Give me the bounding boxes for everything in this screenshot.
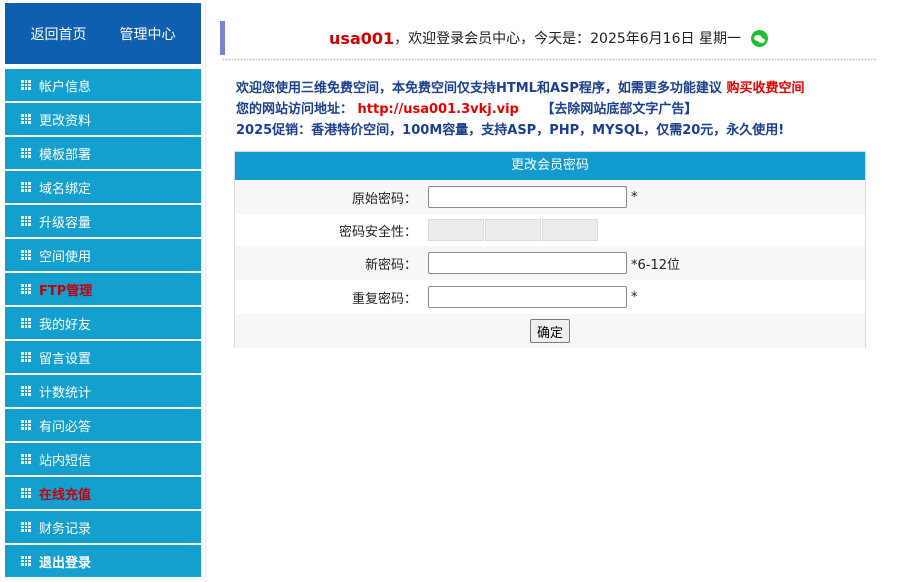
grid-icon [21, 488, 31, 498]
grid-icon [21, 386, 31, 396]
sidebar: 返回首页 管理中心 帐户信息更改资料模板部署域名绑定升级容量空间使用 FTP管理我… [5, 3, 201, 579]
sidebar-item-label: FTP管理 [39, 283, 93, 299]
strength-segment-strong [542, 219, 598, 241]
sidebar-item-label: 计数统计 [39, 385, 92, 401]
change-password-form: 更改会员密码 原始密码： * 密码安全性： 新密码： *6-12位 重复密码： … [234, 151, 866, 348]
sidebar-item-label: 退出登录 [39, 555, 92, 571]
buy-paid-space-link[interactable]: 购买收费空间 [726, 81, 804, 96]
grid-icon [21, 182, 31, 192]
sidebar-item-label: 模板部署 [39, 147, 92, 163]
current-date: 2025年6月16日 星期一 [590, 31, 741, 47]
sidebar-item-label: 更改资料 [39, 113, 92, 129]
sidebar-item-label: 我的好友 [39, 317, 92, 333]
repeat-password-hint: * [631, 289, 638, 305]
welcome-message: usa001 ，欢迎登录会员中心，今天是： 2025年6月16日 星期一 [220, 21, 877, 55]
divider [205, 0, 206, 582]
sidebar-item-label: 升级容量 [39, 215, 92, 231]
sidebar-item-label: 在线充值 [39, 487, 92, 503]
sidebar-item[interactable]: 财务记录 [5, 511, 201, 543]
repeat-password-input[interactable] [428, 286, 627, 308]
grid-icon [21, 522, 31, 532]
home-link[interactable]: 返回首页 [31, 24, 87, 44]
username: usa001 [329, 28, 395, 48]
sidebar-item-label: 帐户信息 [39, 79, 92, 95]
grid-icon [21, 420, 31, 430]
grid-icon [21, 80, 31, 90]
header: usa001 ，欢迎登录会员中心，今天是： 2025年6月16日 星期一 [220, 21, 877, 55]
dotted-divider [222, 58, 877, 61]
grid-icon [21, 556, 31, 566]
notice-line-3: 2025促销：香港特价空间，100M容量，支持ASP，PHP，MYSQL，仅需2… [236, 123, 785, 138]
grid-icon [21, 352, 31, 362]
grid-icon [21, 250, 31, 260]
site-address-label: 您的网站访问地址： [236, 102, 354, 117]
top-nav: 返回首页 管理中心 [5, 3, 201, 64]
sidebar-item-label: 财务记录 [39, 521, 92, 537]
strength-segment-weak [428, 219, 484, 241]
sidebar-item-label: 有问必答 [39, 419, 92, 435]
remove-ad-link[interactable]: 【去除网站底部文字广告】 [541, 102, 697, 117]
old-password-row: 原始密码： * [235, 180, 865, 214]
sidebar-item[interactable]: 留言设置 [5, 341, 201, 373]
sidebar-item[interactable]: 升级容量 [5, 205, 201, 237]
grid-icon [21, 284, 31, 294]
sidebar-item[interactable]: 更改资料 [5, 103, 201, 135]
notice: 欢迎您使用三维免费空间，本免费空间仅支持HTML和ASP程序，如需更多功能建议 … [236, 78, 876, 141]
sidebar-item-label: 域名绑定 [39, 181, 92, 197]
old-password-hint: * [631, 189, 638, 205]
new-password-input[interactable] [428, 252, 627, 274]
submit-button[interactable]: 确定 [529, 319, 570, 343]
sidebar-item-label: 留言设置 [39, 351, 92, 367]
old-password-label: 原始密码： [351, 191, 417, 207]
grid-icon [21, 148, 31, 158]
sidebar-item[interactable]: 域名绑定 [5, 171, 201, 203]
grid-icon [21, 114, 31, 124]
sidebar-item[interactable]: 在线充值 [5, 477, 201, 509]
repeat-password-label: 重复密码： [351, 291, 417, 307]
wechat-icon[interactable] [750, 29, 768, 47]
notice-line-1: 欢迎您使用三维免费空间，本免费空间仅支持HTML和ASP程序，如需更多功能建议 … [236, 78, 876, 99]
sidebar-item[interactable]: 帐户信息 [5, 69, 201, 101]
sidebar-item[interactable]: 计数统计 [5, 375, 201, 407]
sidebar-item[interactable]: FTP管理 [5, 273, 201, 305]
notice-line-2: 您的网站访问地址： http://usa001.3vkj.vip 【去除网站底部… [236, 99, 876, 120]
sidebar-item-label: 站内短信 [39, 453, 92, 469]
grid-icon [21, 454, 31, 464]
submit-row: 确定 [235, 314, 865, 348]
admin-center-link[interactable]: 管理中心 [120, 24, 176, 44]
grid-icon [21, 318, 31, 328]
sidebar-item[interactable]: 空间使用 [5, 239, 201, 271]
new-password-row: 新密码： *6-12位 [235, 246, 865, 280]
notice-text: 欢迎您使用三维免费空间，本免费空间仅支持HTML和ASP程序，如需更多功能建议 [236, 81, 722, 96]
strength-row: 密码安全性： [235, 214, 865, 246]
sidebar-item[interactable]: 退出登录 [5, 545, 201, 577]
repeat-password-row: 重复密码： * [235, 280, 865, 314]
sidebar-menu: 帐户信息更改资料模板部署域名绑定升级容量空间使用 FTP管理我的好友留言设置计数统… [5, 69, 201, 577]
password-strength-meter [428, 219, 599, 241]
sidebar-item[interactable]: 站内短信 [5, 443, 201, 475]
form-title: 更改会员密码 [235, 152, 865, 180]
sidebar-item[interactable]: 模板部署 [5, 137, 201, 169]
sidebar-item[interactable]: 有问必答 [5, 409, 201, 441]
grid-icon [21, 216, 31, 226]
welcome-text: ，欢迎登录会员中心，今天是： [394, 31, 591, 47]
site-url-link[interactable]: http://usa001.3vkj.vip [358, 102, 519, 117]
strength-label: 密码安全性： [338, 224, 417, 240]
sidebar-item[interactable]: 我的好友 [5, 307, 201, 339]
new-password-hint: *6-12位 [631, 257, 681, 273]
strength-segment-medium [485, 219, 541, 241]
new-password-label: 新密码： [364, 257, 417, 273]
sidebar-item-label: 空间使用 [39, 249, 92, 265]
old-password-input[interactable] [428, 186, 627, 208]
